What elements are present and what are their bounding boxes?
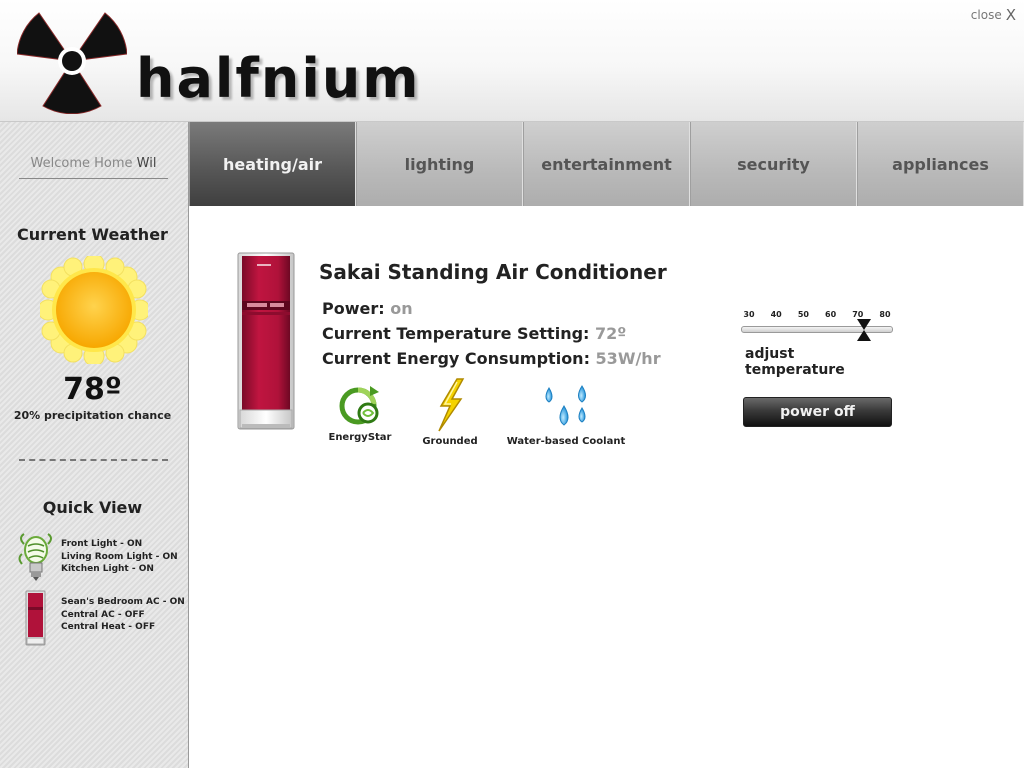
- current-temperature: 78º: [63, 372, 122, 407]
- tab-entertainment[interactable]: entertainment: [523, 122, 690, 206]
- close-button[interactable]: close X: [971, 6, 1016, 24]
- close-label: close: [970, 8, 1002, 22]
- quick-view-lights-list: Front Light - ON Living Room Light - ON …: [61, 538, 178, 576]
- air-conditioner-image: [237, 252, 295, 430]
- temperature-slider[interactable]: 30 40 50 60 70 80: [741, 310, 893, 341]
- slider-tick-label: 30: [743, 310, 755, 319]
- user-name: Wil: [136, 156, 157, 171]
- quick-view-line: Central AC - OFF: [61, 609, 145, 620]
- welcome-prefix: Welcome Home: [30, 156, 137, 171]
- power-value: on: [390, 299, 413, 318]
- app-header: halfnium close X: [0, 0, 1024, 122]
- feature-label: Water-based Coolant: [506, 436, 626, 447]
- air-conditioner-icon: [25, 590, 46, 646]
- quick-view-line: Kitchen Light - ON: [61, 564, 154, 574]
- slider-tick-label: 60: [825, 310, 837, 319]
- welcome-message: Welcome Home Wil: [19, 156, 168, 179]
- quick-view-line: Sean's Bedroom AC - ON: [61, 597, 185, 607]
- quick-view-line: Living Room Light - ON: [61, 551, 178, 562]
- feature-grounded: Grounded: [417, 378, 483, 447]
- power-off-button[interactable]: power off: [743, 397, 892, 427]
- brand-name: halfnium: [136, 47, 421, 110]
- light-bulb-icon: [18, 533, 52, 581]
- energy-row: Current Energy Consumption: 53W/hr: [322, 346, 661, 371]
- energy-label: Current Energy Consumption:: [322, 349, 590, 368]
- quick-view-lights[interactable]: Front Light - ON Living Room Light - ON …: [18, 532, 178, 588]
- weather-title: Current Weather: [17, 225, 168, 244]
- main-nav: heating/air lighting entertainment secur…: [189, 122, 1024, 206]
- feature-label: EnergyStar: [328, 432, 392, 443]
- feature-energystar: EnergyStar: [327, 382, 393, 443]
- quick-view-ac[interactable]: Sean's Bedroom AC - ON Central AC - OFF …: [18, 590, 185, 646]
- slider-label: adjust temperature: [745, 346, 845, 378]
- close-icon: X: [1005, 6, 1016, 24]
- sun-icon: [40, 256, 148, 364]
- quick-view-title: Quick View: [42, 498, 143, 517]
- temperature-row: Current Temperature Setting: 72º: [322, 321, 661, 346]
- temperature-value: 72º: [595, 324, 627, 343]
- device-title: Sakai Standing Air Conditioner: [319, 260, 667, 284]
- energystar-icon: [339, 386, 379, 425]
- precipitation-chance: 20% precipitation chance: [13, 409, 172, 422]
- feature-water-coolant: Water-based Coolant: [503, 384, 629, 447]
- device-info: Power: on Current Temperature Setting: 7…: [322, 296, 661, 371]
- quick-view-line: Central Heat - OFF: [61, 622, 156, 632]
- tab-appliances[interactable]: appliances: [857, 122, 1024, 206]
- device-panel: Sakai Standing Air Conditioner Power: on…: [189, 206, 1024, 768]
- radiation-logo-icon: [17, 12, 127, 114]
- slider-tick-label: 50: [797, 310, 809, 319]
- energy-value: 53W/hr: [595, 349, 661, 368]
- slider-thumb[interactable]: [856, 318, 872, 342]
- sidebar-divider: [19, 459, 168, 461]
- slider-track[interactable]: [741, 319, 893, 341]
- slider-tick-label: 80: [879, 310, 891, 319]
- tab-security[interactable]: security: [690, 122, 857, 206]
- feature-label: Grounded: [422, 436, 478, 447]
- slider-tick-label: 40: [770, 310, 782, 319]
- quick-view-line: Front Light - ON: [61, 539, 143, 549]
- tab-lighting[interactable]: lighting: [356, 122, 523, 206]
- water-drops-icon: [545, 385, 586, 426]
- power-label: Power:: [322, 299, 385, 318]
- temperature-label: Current Temperature Setting:: [322, 324, 590, 343]
- sidebar: Welcome Home Wil Current Weather 78º 20%…: [0, 122, 189, 768]
- lightning-bolt-icon: [438, 378, 465, 432]
- quick-view-ac-list: Sean's Bedroom AC - ON Central AC - OFF …: [61, 596, 185, 634]
- tab-heating-air[interactable]: heating/air: [189, 122, 356, 206]
- power-row: Power: on: [322, 296, 661, 321]
